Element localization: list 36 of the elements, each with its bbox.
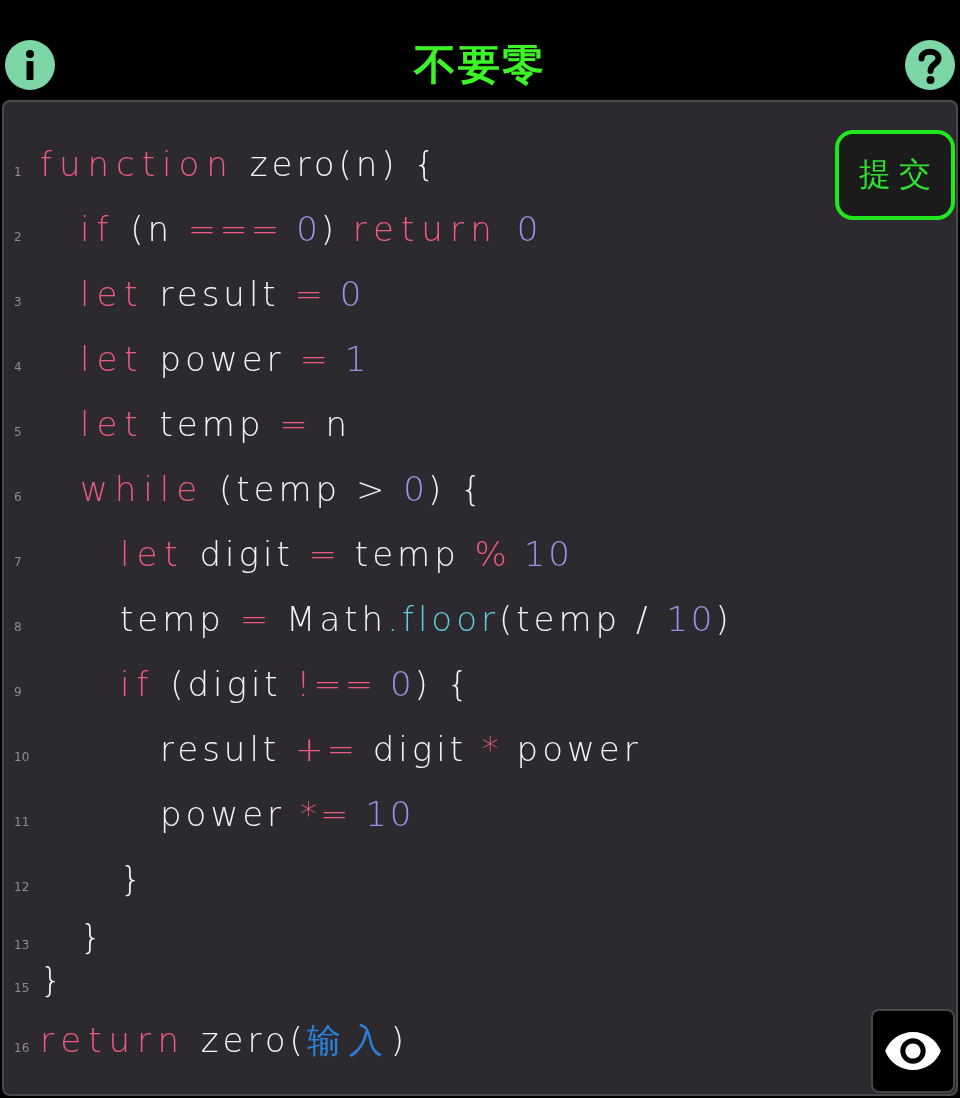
line-number: 8 [13, 620, 23, 634]
code-line: } [80, 916, 106, 959]
code-line: if (digit !== 0) { [120, 663, 473, 706]
code-line: if (n === 0) return 0 [80, 208, 542, 251]
eye-icon [885, 1032, 941, 1070]
line-number: 10 [13, 750, 31, 764]
code-line: temp = Math.floor(temp / 10) [120, 598, 733, 641]
line-number: 16 [13, 1041, 31, 1055]
preview-button[interactable] [871, 1009, 955, 1093]
code-line: power *= 10 [160, 793, 415, 836]
code-line: function zero(n) { [40, 143, 439, 186]
code-line: result += digit * power [160, 728, 642, 771]
line-number: 6 [13, 490, 23, 504]
app-title: 不要零 [414, 40, 546, 90]
code-line: let digit = temp % 10 [120, 533, 573, 576]
code-line: let temp = n [80, 403, 352, 446]
line-number: 15 [13, 981, 31, 995]
line-number: 12 [13, 880, 31, 894]
code-line: let result = 0 [80, 273, 365, 316]
line-number: 7 [13, 555, 23, 569]
line-number: 13 [13, 938, 31, 952]
line-number: 4 [13, 360, 23, 374]
code-line: } [120, 858, 146, 901]
line-number: 11 [13, 815, 31, 829]
code-line: while (temp > 0) { [80, 468, 486, 511]
line-number: 3 [13, 295, 23, 309]
info-icon[interactable] [5, 40, 55, 90]
line-number: 1 [13, 165, 23, 179]
code-line: let power = 1 [80, 338, 370, 381]
help-icon[interactable] [905, 40, 955, 90]
code-line: return zero(输入) [40, 1019, 409, 1062]
submit-button[interactable]: 提交 [835, 130, 955, 220]
line-number: 5 [13, 425, 23, 439]
line-number: 9 [13, 685, 23, 699]
code-line: } [40, 962, 66, 998]
line-number: 2 [13, 230, 23, 244]
